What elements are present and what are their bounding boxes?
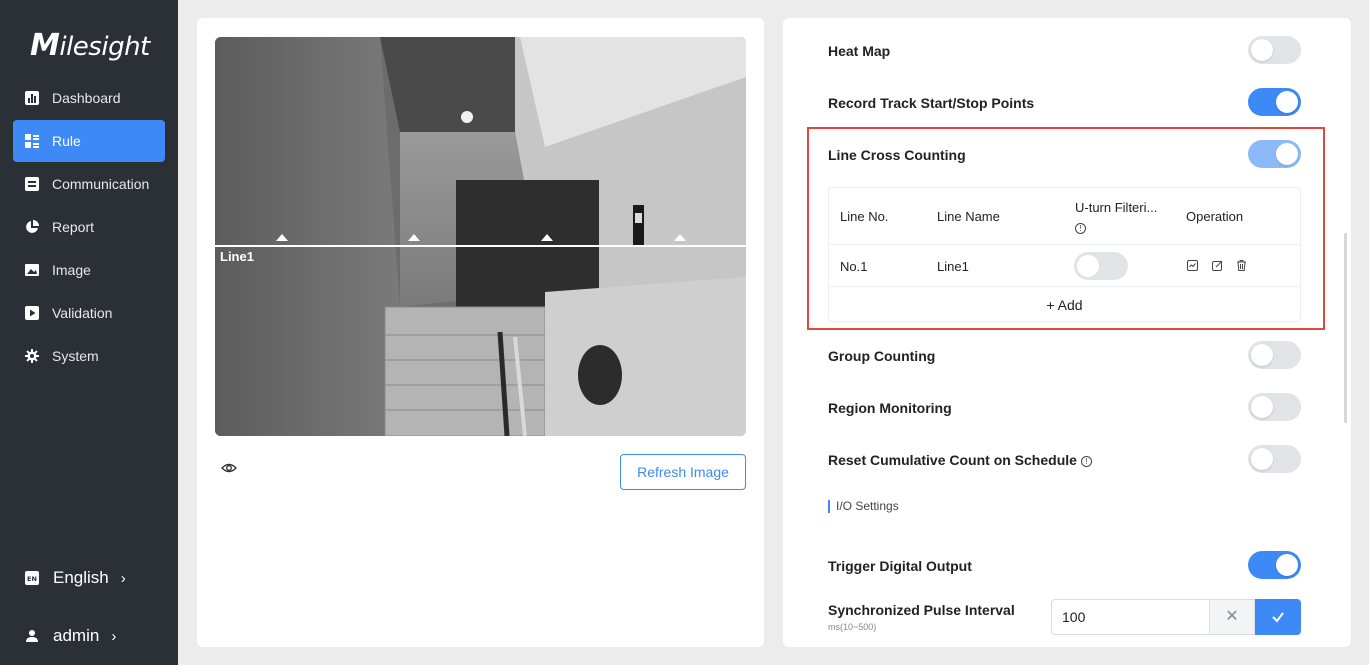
info-icon[interactable]: !	[1075, 220, 1086, 235]
language-selector[interactable]: EN English ›	[25, 568, 126, 588]
sidebar-item-system[interactable]: System	[13, 335, 165, 377]
region-monitoring-label: Region Monitoring	[828, 400, 952, 416]
line-cross-label: Line Cross Counting	[828, 147, 966, 163]
divider	[829, 286, 1300, 287]
add-line-button[interactable]: + Add	[829, 297, 1300, 313]
sidebar-item-label: Image	[52, 262, 91, 278]
sidebar-item-report[interactable]: Report	[13, 206, 165, 248]
user-icon	[25, 629, 39, 643]
confirm-button[interactable]	[1255, 599, 1301, 635]
message-icon	[25, 177, 39, 191]
cell-line-name: Line1	[937, 259, 969, 274]
reset-cumulative-row: Reset Cumulative Count on Schedule!	[828, 452, 1092, 468]
image-icon	[25, 263, 39, 277]
uturn-filter-toggle[interactable]	[1074, 252, 1128, 280]
group-counting-label: Group Counting	[828, 348, 936, 364]
language-badge: EN	[27, 575, 37, 583]
sidebar-item-label: Communication	[52, 176, 150, 192]
line-cross-toggle[interactable]	[1248, 140, 1301, 168]
io-settings-heading: I/O Settings	[828, 500, 899, 513]
column-header-line-no: Line No.	[840, 209, 889, 224]
line-cross-table: Line No. Line Name U-turn Filteri... ! O…	[828, 187, 1301, 322]
bar-chart-icon	[25, 91, 39, 105]
trigger-output-label: Trigger Digital Output	[828, 558, 972, 574]
trigger-output-toggle[interactable]	[1248, 551, 1301, 579]
eye-icon[interactable]	[221, 460, 237, 476]
reset-cumulative-toggle[interactable]	[1248, 445, 1301, 473]
chevron-right-icon: ›	[120, 569, 126, 587]
camera-scene	[215, 37, 746, 436]
preview-card: Line1 Refresh Image	[197, 18, 764, 647]
language-icon: EN	[25, 571, 39, 585]
camera-preview: Line1	[215, 37, 746, 436]
sidebar-item-label: Report	[52, 219, 95, 235]
edit-icon[interactable]	[1212, 260, 1223, 271]
gear-icon	[25, 349, 39, 363]
column-header-operation: Operation	[1186, 209, 1244, 224]
sidebar-item-label: Rule	[52, 133, 81, 149]
heat-map-label: Heat Map	[828, 43, 891, 59]
column-header-line-name: Line Name	[937, 209, 1000, 224]
user-label: admin	[53, 626, 100, 645]
user-menu[interactable]: admin ›	[25, 626, 116, 646]
sidebar-item-image[interactable]: Image	[13, 249, 165, 291]
chart-icon[interactable]	[1187, 260, 1198, 271]
pulse-interval-label: Synchronized Pulse Interval	[828, 602, 1015, 618]
sidebar-item-communication[interactable]: Communication	[13, 163, 165, 205]
refresh-image-button[interactable]: Refresh Image	[620, 454, 746, 490]
info-icon[interactable]: !	[1080, 455, 1092, 467]
heat-map-toggle[interactable]	[1248, 36, 1301, 64]
group-counting-toggle[interactable]	[1248, 341, 1301, 369]
sidebar-item-rule[interactable]: Rule	[13, 120, 165, 162]
close-icon: ✕	[1225, 608, 1239, 625]
check-icon	[1272, 612, 1284, 623]
region-monitoring-toggle[interactable]	[1248, 393, 1301, 421]
sidebar-item-label: System	[52, 348, 99, 364]
sidebar-item-label: Dashboard	[52, 90, 121, 106]
column-header-uturn: U-turn Filteri...	[1075, 200, 1158, 215]
cell-line-no: No.1	[840, 259, 868, 274]
list-icon	[25, 134, 39, 148]
chevron-right-icon: ›	[111, 627, 117, 645]
sidebar-nav: Dashboard Rule Communication Report Imag…	[13, 77, 165, 378]
pulse-interval-hint: ms(10~500)	[828, 622, 877, 632]
record-track-label: Record Track Start/Stop Points	[828, 95, 1035, 111]
record-track-toggle[interactable]	[1248, 88, 1301, 116]
line-label: Line1	[220, 249, 254, 264]
sidebar: Milesight Dashboard Rule Communication R…	[0, 0, 178, 665]
delete-icon[interactable]	[1236, 260, 1247, 271]
sidebar-item-dashboard[interactable]: Dashboard	[13, 77, 165, 119]
language-label: English	[53, 568, 109, 587]
pie-chart-icon	[25, 220, 39, 234]
play-box-icon	[25, 306, 39, 320]
sidebar-item-label: Validation	[52, 305, 113, 321]
milesight-logo[interactable]: Milesight	[30, 28, 150, 63]
divider	[829, 244, 1300, 245]
sidebar-item-validation[interactable]: Validation	[13, 292, 165, 334]
clear-button[interactable]: ✕	[1210, 599, 1255, 635]
pulse-interval-input[interactable]	[1051, 599, 1210, 635]
reset-cumulative-label: Reset Cumulative Count on Schedule	[828, 452, 1077, 468]
scrollbar[interactable]	[1344, 233, 1347, 423]
settings-card: Heat Map Record Track Start/Stop Points …	[783, 18, 1351, 647]
